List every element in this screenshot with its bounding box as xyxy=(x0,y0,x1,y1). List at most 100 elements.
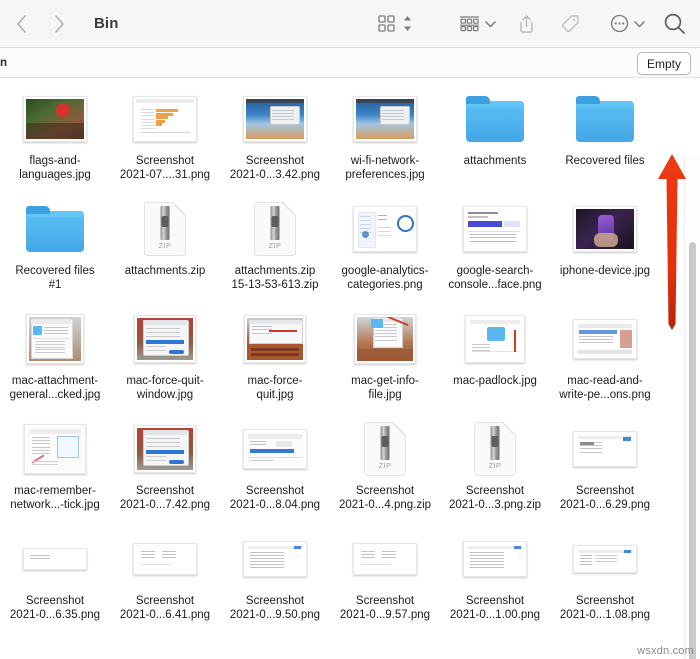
file-item[interactable]: Screenshot 2021-07....31.png xyxy=(110,84,220,194)
file-thumbnail xyxy=(463,198,527,260)
file-item[interactable]: Screenshot 2021-0...3.42.png xyxy=(220,84,330,194)
file-thumbnail xyxy=(353,198,417,260)
zip-badge-label: ZIP xyxy=(488,461,502,470)
file-item[interactable]: Screenshot 2021-0...6.29.png xyxy=(550,414,660,524)
view-grid-button[interactable] xyxy=(378,9,395,39)
window-toolbar: Bin xyxy=(0,0,700,48)
scrollbar-thumb[interactable] xyxy=(689,242,696,659)
file-name-label: Screenshot 2021-0...6.35.png xyxy=(9,595,101,621)
file-item[interactable]: Screenshot 2021-0...6.35.png xyxy=(0,524,110,634)
file-thumbnail xyxy=(134,418,196,480)
file-name-label: Recovered files #1 xyxy=(15,265,95,291)
bin-status-bar: n Empty xyxy=(0,48,700,78)
file-item[interactable]: Screenshot 2021-0...7.42.png xyxy=(110,414,220,524)
view-sort-stepper[interactable] xyxy=(402,9,413,39)
image-thumbnail xyxy=(26,314,84,364)
file-thumbnail xyxy=(243,418,307,480)
file-item[interactable]: google-search- console...face.png xyxy=(440,194,550,304)
file-item[interactable]: ZIP attachments.zip xyxy=(110,194,220,304)
folder-icon xyxy=(26,206,84,252)
file-name-label: attachments.zip xyxy=(124,265,206,277)
file-thumbnail xyxy=(353,88,417,150)
image-thumbnail xyxy=(573,545,637,573)
file-item[interactable]: mac-read-and- write-pe...ons.png xyxy=(550,304,660,414)
file-name-label: mac-force- quit.jpg xyxy=(247,375,303,401)
more-actions-caret[interactable] xyxy=(634,9,645,39)
file-thumbnail xyxy=(354,308,416,370)
file-item[interactable]: mac-get-info- file.jpg xyxy=(330,304,440,414)
file-thumbnail xyxy=(573,418,637,480)
file-item[interactable]: ZIP attachments.zip 15-13-53-613.zip xyxy=(220,194,330,304)
more-actions-button[interactable] xyxy=(610,9,629,39)
image-thumbnail xyxy=(133,96,197,142)
image-thumbnail xyxy=(573,319,637,359)
forward-button[interactable] xyxy=(46,11,72,37)
image-thumbnail xyxy=(573,206,637,252)
share-button[interactable] xyxy=(518,9,535,39)
file-name-label: Screenshot 2021-0...8.04.png xyxy=(229,485,321,511)
image-thumbnail xyxy=(243,429,307,469)
file-thumbnail xyxy=(23,88,87,150)
file-name-label: Screenshot 2021-0...3.png.zip xyxy=(448,485,542,511)
file-thumbnail xyxy=(26,198,84,260)
file-item[interactable]: Screenshot 2021-0...1.00.png xyxy=(440,524,550,634)
back-button[interactable] xyxy=(8,11,34,37)
file-name-label: mac-read-and- write-pe...ons.png xyxy=(559,375,651,401)
file-item[interactable]: mac-remember- network...-tick.jpg xyxy=(0,414,110,524)
file-thumbnail: ZIP xyxy=(144,198,186,260)
file-thumbnail xyxy=(576,88,634,150)
file-name-label: Screenshot 2021-0...9.57.png xyxy=(339,595,431,621)
empty-bin-button[interactable]: Empty xyxy=(636,52,691,75)
image-thumbnail xyxy=(133,543,197,575)
file-item[interactable]: Recovered files #1 xyxy=(0,194,110,304)
file-item[interactable]: Screenshot 2021-0...1.08.png xyxy=(550,524,660,634)
toolbar-actions xyxy=(378,0,700,47)
folder-icon xyxy=(466,96,524,142)
search-button[interactable] xyxy=(663,9,686,39)
file-item[interactable]: Screenshot 2021-0...8.04.png xyxy=(220,414,330,524)
file-thumbnail xyxy=(26,308,84,370)
file-thumbnail xyxy=(573,528,637,590)
image-thumbnail xyxy=(24,424,86,474)
image-thumbnail xyxy=(134,315,196,363)
file-name-label: mac-attachment- general...cked.jpg xyxy=(9,375,101,401)
group-by-caret[interactable] xyxy=(485,9,496,39)
file-grid: flags-and- languages.jpg Screenshot 2021-… xyxy=(0,78,660,634)
file-name-label: mac-force-quit- window.jpg xyxy=(126,375,204,401)
group-by-button[interactable] xyxy=(459,9,480,39)
file-item[interactable]: ZIP Screenshot 2021-0...3.png.zip xyxy=(440,414,550,524)
file-item[interactable]: mac-attachment- general...cked.jpg xyxy=(0,304,110,414)
file-name-label: Recovered files xyxy=(565,155,645,167)
file-thumbnail xyxy=(573,308,637,370)
image-thumbnail xyxy=(353,206,417,252)
image-thumbnail xyxy=(23,548,87,570)
file-name-label: mac-remember- network...-tick.jpg xyxy=(10,485,100,511)
scrollbar-track[interactable] xyxy=(684,156,700,659)
file-item[interactable]: iphone-device.jpg xyxy=(550,194,660,304)
file-name-label: Screenshot 2021-0...3.42.png xyxy=(229,155,321,181)
zip-file-icon: ZIP xyxy=(474,422,516,476)
file-item[interactable]: ZIP Screenshot 2021-0...4.png.zip xyxy=(330,414,440,524)
file-item[interactable]: flags-and- languages.jpg xyxy=(0,84,110,194)
file-item[interactable]: attachments xyxy=(440,84,550,194)
file-item[interactable]: Recovered files xyxy=(550,84,660,194)
file-name-label: attachments.zip 15-13-53-613.zip xyxy=(231,265,319,291)
file-thumbnail xyxy=(243,528,307,590)
file-thumbnail: ZIP xyxy=(364,418,406,480)
file-item[interactable]: Screenshot 2021-0...9.50.png xyxy=(220,524,330,634)
image-thumbnail xyxy=(353,96,417,142)
file-name-label: mac-padlock.jpg xyxy=(453,375,537,387)
file-item[interactable]: mac-padlock.jpg xyxy=(440,304,550,414)
file-item[interactable]: google-analytics- categories.png xyxy=(330,194,440,304)
file-name-label: google-analytics- categories.png xyxy=(341,265,429,291)
file-item[interactable]: Screenshot 2021-0...9.57.png xyxy=(330,524,440,634)
file-name-label: Screenshot 2021-07....31.png xyxy=(119,155,211,181)
file-name-label: flags-and- languages.jpg xyxy=(19,155,91,181)
file-thumbnail xyxy=(134,308,196,370)
file-item[interactable]: Screenshot 2021-0...6.41.png xyxy=(110,524,220,634)
file-item[interactable]: mac-force- quit.jpg xyxy=(220,304,330,414)
tag-button[interactable] xyxy=(561,9,580,39)
file-item[interactable]: mac-force-quit- window.jpg xyxy=(110,304,220,414)
file-item[interactable]: wi-fi-network- preferences.jpg xyxy=(330,84,440,194)
file-thumbnail xyxy=(23,528,87,590)
